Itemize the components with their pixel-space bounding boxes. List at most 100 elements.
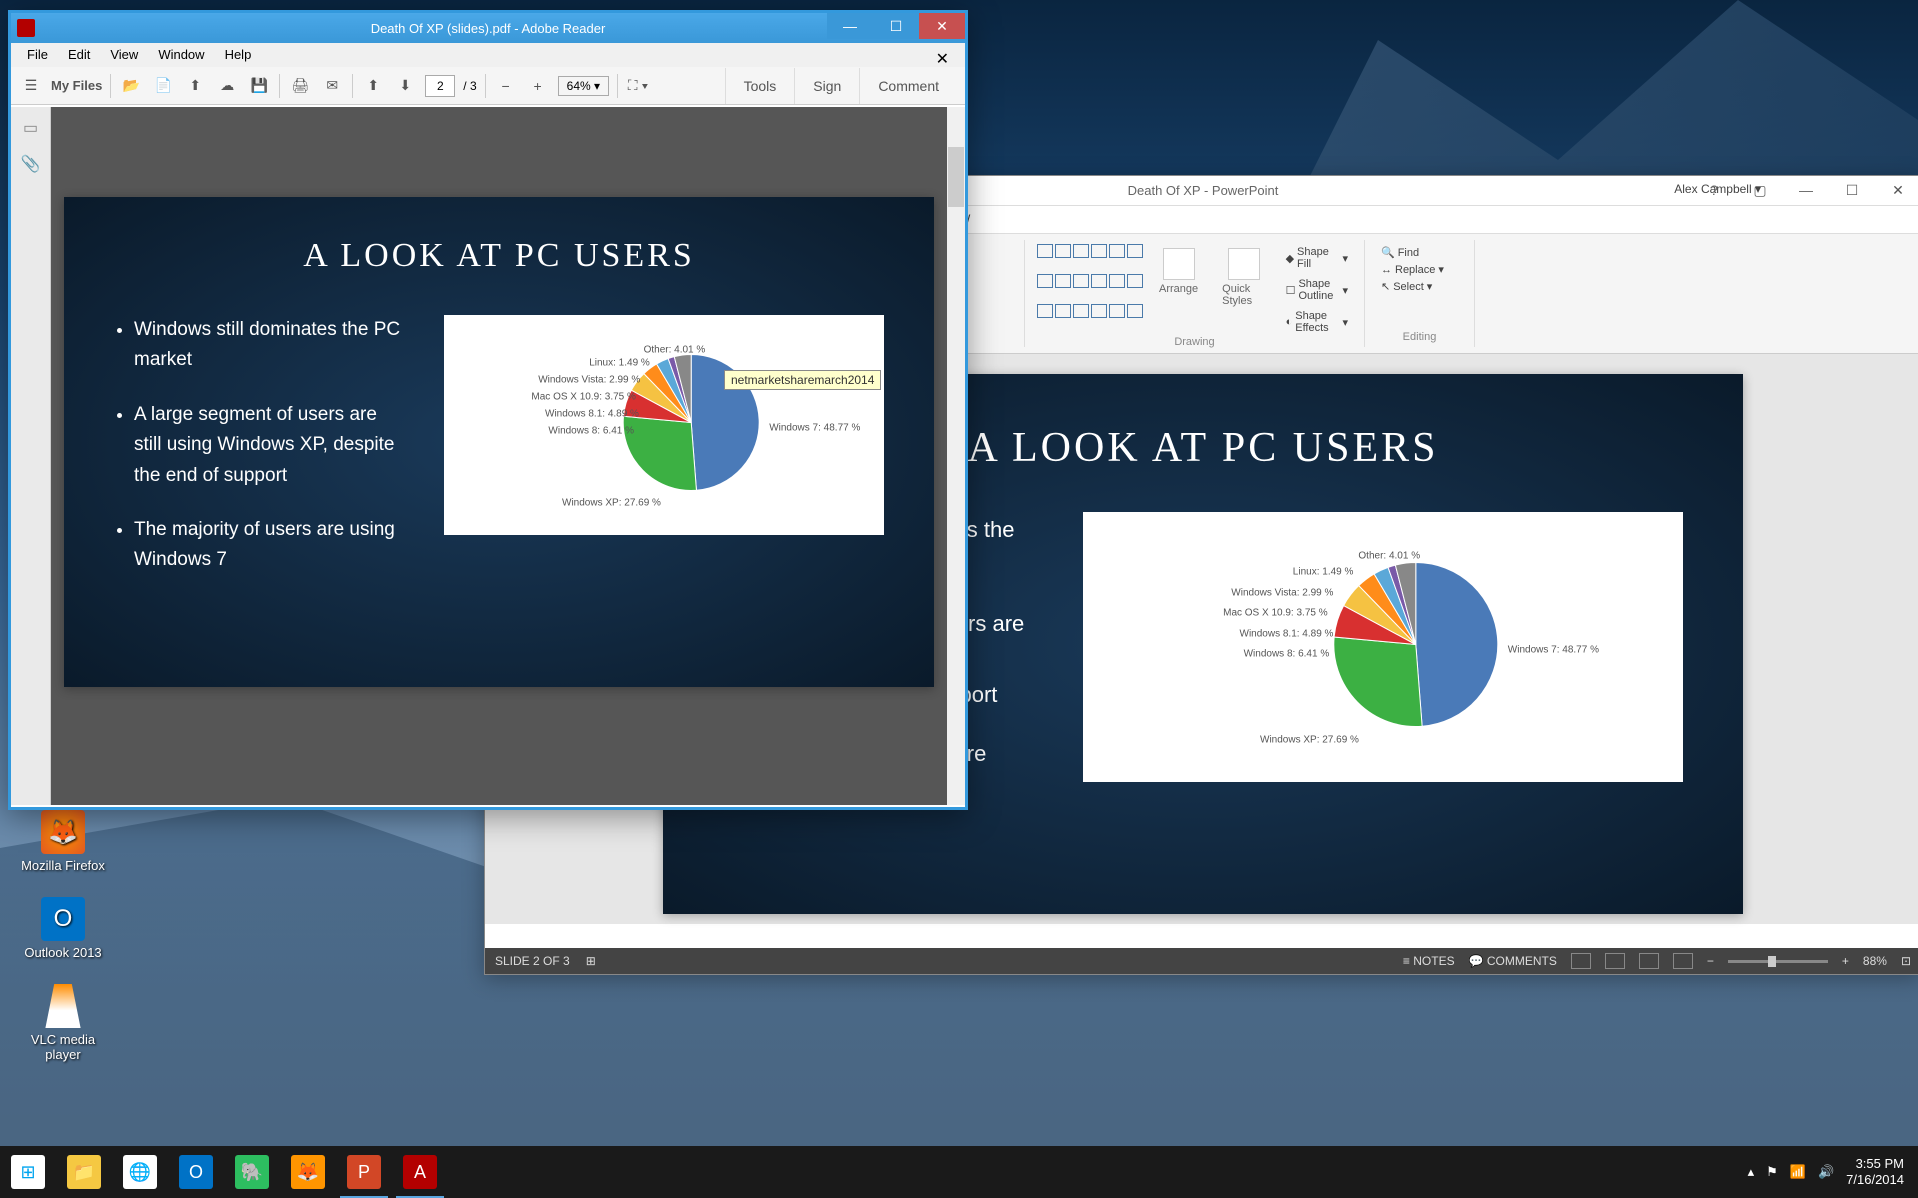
slide-bullets: Windows still dominates the PC market A … (114, 315, 404, 600)
menu-edit[interactable]: Edit (60, 43, 98, 67)
sorter-view-button[interactable] (1605, 953, 1625, 969)
menu-icon[interactable]: ☰ (19, 74, 43, 98)
zoom-out-icon[interactable]: − (494, 74, 518, 98)
start-button[interactable]: ⊞ (0, 1146, 56, 1198)
powerpoint-title: Death Of XP - PowerPoint (1128, 183, 1279, 198)
minimize-button[interactable]: — (1783, 176, 1829, 204)
thumbnails-icon[interactable]: ▭ (18, 115, 44, 141)
taskbar-explorer[interactable]: 📁 (56, 1146, 112, 1198)
shapes-gallery[interactable] (1037, 244, 1143, 332)
normal-view-button[interactable] (1571, 953, 1591, 969)
zoom-in-icon[interactable]: + (526, 74, 550, 98)
attachments-icon[interactable]: 📎 (18, 151, 44, 177)
pie-slice-label: Other: 4.01 % (1358, 550, 1420, 561)
chart-image: Windows 7: 48.77 %Windows XP: 27.69 %Win… (444, 315, 884, 535)
minimize-button[interactable]: — (827, 13, 873, 39)
cloud-icon[interactable]: ☁ (215, 74, 239, 98)
select-button[interactable]: ↖ Select ▾ (1377, 278, 1462, 295)
maximize-button[interactable]: ☐ (873, 13, 919, 39)
desktop-icon-firefox[interactable]: 🦊Mozilla Firefox (18, 810, 108, 873)
maximize-button[interactable]: ☐ (1829, 176, 1875, 204)
scrollbar-thumb[interactable] (948, 147, 964, 207)
sign-panel-button[interactable]: Sign (794, 68, 859, 104)
shape-fill-button[interactable]: ◆ Shape Fill ▾ (1282, 244, 1352, 272)
replace-button[interactable]: ↔ Replace ▾ (1377, 261, 1462, 278)
tray-volume-icon[interactable]: 🔊 (1818, 1164, 1834, 1180)
slideshow-view-button[interactable] (1673, 953, 1693, 969)
zoom-percent[interactable]: 88% (1863, 954, 1887, 968)
zoom-out-button[interactable]: − (1707, 954, 1714, 968)
page-total: / 3 (463, 79, 476, 93)
zoom-level[interactable]: 64% ▾ (558, 76, 609, 96)
close-document-button[interactable]: ✕ (928, 45, 957, 73)
ribbon-group-label: Drawing (1037, 336, 1352, 348)
my-files-button[interactable]: My Files (51, 78, 102, 93)
shape-outline-button[interactable]: ☐ Shape Outline ▾ (1282, 276, 1352, 304)
scrollbar[interactable] (947, 107, 965, 805)
pie-slice-label: Windows XP: 27.69 % (1260, 735, 1359, 746)
pie-slice-label: Windows Vista: 2.99 % (1231, 587, 1333, 598)
print-icon[interactable]: 🖨 (288, 74, 312, 98)
read-mode-icon[interactable]: ⛶ ▾ (626, 74, 650, 98)
taskbar-outlook[interactable]: O (168, 1146, 224, 1198)
menu-help[interactable]: Help (217, 43, 260, 67)
page-number-input[interactable] (425, 75, 455, 97)
bullet-item: The majority of users are using Windows … (134, 515, 404, 576)
create-pdf-icon[interactable]: 📄 (151, 74, 175, 98)
taskbar-firefox[interactable]: 🦊 (280, 1146, 336, 1198)
adobe-reader-icon: A (403, 1155, 437, 1189)
email-icon[interactable]: ✉ (320, 74, 344, 98)
page-up-icon[interactable]: ⬆ (361, 74, 385, 98)
tray-flag-icon[interactable]: ⚑ (1766, 1164, 1778, 1180)
arrange-button[interactable]: Arrange (1151, 244, 1206, 336)
system-tray: ▴ ⚑ 📶 🔊 3:55 PM 7/16/2014 (1748, 1156, 1918, 1187)
ribbon-options-button[interactable]: ▢ (1737, 176, 1783, 204)
taskbar-powerpoint[interactable]: P (336, 1146, 392, 1198)
evernote-icon: 🐘 (235, 1155, 269, 1189)
tools-panel-button[interactable]: Tools (725, 68, 795, 104)
desktop-icon-label: VLC media player (31, 1032, 95, 1062)
ribbon-group-drawing: Arrange Quick Styles ◆ Shape Fill ▾ ☐ Sh… (1025, 240, 1365, 347)
menu-view[interactable]: View (102, 43, 146, 67)
export-pdf-icon[interactable]: ⬆ (183, 74, 207, 98)
tray-up-icon[interactable]: ▴ (1748, 1164, 1755, 1180)
reader-document-area[interactable]: A LOOK AT PC USERS Windows still dominat… (51, 107, 947, 805)
slide-indicator[interactable]: SLIDE 2 OF 3 (495, 954, 570, 968)
help-button[interactable]: ? (1691, 176, 1737, 204)
taskbar-reader[interactable]: A (392, 1146, 448, 1198)
close-button[interactable]: ✕ (1875, 176, 1918, 204)
desktop-icons: 🦊Mozilla Firefox OOutlook 2013 VLC media… (18, 810, 108, 1062)
chart-image: Windows 7: 48.77 %Windows XP: 27.69 %Win… (1083, 512, 1683, 782)
quick-styles-button[interactable]: Quick Styles (1214, 244, 1273, 336)
tray-network-icon[interactable]: 📶 (1790, 1164, 1806, 1180)
save-icon[interactable]: 💾 (247, 74, 271, 98)
pie-slice-label: Linux: 1.49 % (589, 358, 650, 369)
pie-slice-label: Linux: 1.49 % (1293, 567, 1354, 578)
reader-titlebar[interactable]: Death Of XP (slides).pdf - Adobe Reader … (11, 13, 965, 43)
taskbar-chrome[interactable]: 🌐 (112, 1146, 168, 1198)
shape-effects-button[interactable]: ◐ Shape Effects ▾ (1282, 308, 1352, 336)
reading-view-button[interactable] (1639, 953, 1659, 969)
pie-slice-label: Windows 8: 6.41 % (548, 426, 634, 437)
menu-window[interactable]: Window (150, 43, 212, 67)
tray-clock[interactable]: 3:55 PM 7/16/2014 (1846, 1156, 1904, 1187)
find-button[interactable]: 🔍 Find (1377, 244, 1462, 261)
outlook-icon: O (41, 897, 85, 941)
windows-icon: ⊞ (11, 1155, 45, 1189)
page-down-icon[interactable]: ⬇ (393, 74, 417, 98)
firefox-icon: 🦊 (291, 1155, 325, 1189)
zoom-in-button[interactable]: + (1842, 954, 1849, 968)
open-icon[interactable]: 📂 (119, 74, 143, 98)
comments-button[interactable]: 💬 COMMENTS (1469, 954, 1557, 968)
taskbar-evernote[interactable]: 🐘 (224, 1146, 280, 1198)
outlook-icon: O (179, 1155, 213, 1189)
desktop-icon-vlc[interactable]: VLC media player (18, 984, 108, 1062)
notes-button[interactable]: ≡ NOTES (1403, 954, 1455, 968)
zoom-slider[interactable] (1728, 960, 1828, 963)
pie-slice-label: Windows 7: 48.77 % (769, 423, 860, 434)
notes-icon[interactable]: ⊞ (586, 954, 596, 968)
fit-window-button[interactable]: ⊡ (1901, 954, 1911, 968)
desktop-icon-outlook[interactable]: OOutlook 2013 (18, 897, 108, 960)
close-button[interactable]: ✕ (919, 13, 965, 39)
menu-file[interactable]: File (19, 43, 56, 67)
